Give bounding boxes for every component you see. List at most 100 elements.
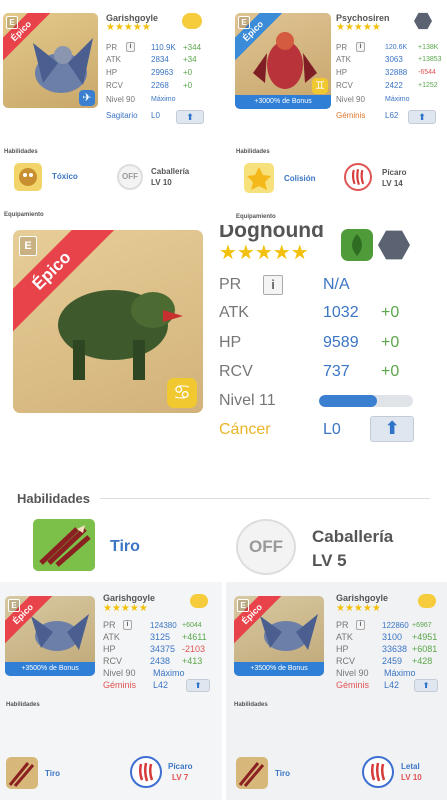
info-button[interactable]: i — [263, 275, 283, 295]
upgrade-arrow-button[interactable]: ⬆ — [176, 110, 204, 124]
rcv-value: 2422 — [385, 81, 403, 90]
slot-level: L62 — [385, 111, 399, 120]
zodiac-sign: Géminis — [336, 680, 370, 690]
monster-name: Garishgoyle — [103, 593, 156, 603]
star-rating: ★★★★★ — [219, 242, 309, 264]
pr-delta: +6044 — [182, 621, 202, 629]
atk-delta: +13853 — [418, 56, 442, 63]
zodiac-sign: Géminis — [336, 111, 366, 120]
pr-value: N/A — [323, 276, 350, 293]
collision-ability-icon[interactable] — [244, 163, 274, 193]
ability-2-level: LV 5 — [312, 551, 347, 570]
upgrade-arrow-button[interactable]: ⬆ — [408, 110, 436, 124]
hp-row: HP 29963 +0 — [106, 68, 192, 77]
atk-row: ATK 3125 +4611 — [103, 632, 207, 642]
atk-value: 3100 — [382, 632, 403, 642]
rcv-row: RCV 2422 +1252 — [336, 81, 438, 90]
pr-row: PR i 120.6K +138K — [336, 42, 438, 52]
shot-ability-icon[interactable] — [33, 519, 95, 571]
pr-label: PR — [336, 620, 349, 630]
atk-row: ATK 3063 +13853 — [336, 55, 442, 64]
element-icon-light — [418, 594, 436, 608]
atk-label: ATK — [219, 304, 249, 321]
rcv-row: RCV 2268 +0 — [106, 81, 192, 90]
upgrade-arrow-button[interactable]: ⬆ — [186, 679, 210, 692]
ability-2-name: Pícaro — [382, 168, 407, 177]
monster-card-psychosiren: Épico E +3000% de Bonus ♊ Psychosiren ★★… — [226, 0, 447, 225]
monster-portrait[interactable]: Épico E ♋ — [13, 230, 203, 413]
lethal-claw-icon[interactable] — [362, 756, 394, 788]
abilities-title: Habilidades — [6, 702, 40, 708]
info-button[interactable]: i — [126, 42, 135, 52]
slot-level: L0 — [323, 421, 341, 438]
hp-row: HP 32888 -6544 — [336, 68, 436, 77]
atk-label: ATK — [103, 632, 120, 642]
abilities-title: Habilidades — [234, 702, 268, 708]
pr-row: PR i 122860 +6967 — [336, 620, 432, 630]
zodiac-sign: Cáncer — [219, 421, 271, 438]
rcv-row: RCV 737 +0 — [219, 363, 399, 381]
hp-label: HP — [336, 68, 348, 77]
shot-ability-icon[interactable] — [6, 757, 38, 789]
equipment-title: Equipamiento — [4, 212, 44, 218]
sagittarius-icon: ✈ — [79, 90, 95, 106]
abilities-title: Habilidades — [236, 149, 270, 155]
bonus-banner: +3000% de Bonus — [235, 95, 331, 109]
equipment-badge: E — [19, 236, 37, 256]
rcv-value: 2438 — [150, 656, 171, 666]
hp-value: 33638 — [382, 644, 408, 654]
section-divider — [100, 498, 430, 499]
abilities-title: Habilidades — [4, 149, 38, 155]
star-rating: ★★★★★ — [336, 22, 381, 33]
monster-card-doghound: Épico E ♋ Doghound ★★★★★ PR i N/A ATK 10… — [0, 225, 447, 580]
hp-row: HP 9589 +0 — [219, 334, 399, 352]
slot-level: L0 — [151, 111, 160, 120]
ability-1-name: Tiro — [110, 538, 140, 555]
level-state: Máximo — [151, 96, 176, 103]
shot-ability-icon[interactable] — [236, 757, 268, 789]
rcv-row: RCV 2459 +428 — [336, 656, 432, 666]
hp-label: HP — [336, 644, 349, 654]
atk-value: 1032 — [323, 304, 359, 321]
cancer-icon: ♋ — [167, 378, 197, 408]
hp-row: HP 33638 +6081 — [336, 644, 437, 654]
equipment-badge: E — [238, 16, 250, 29]
atk-label: ATK — [336, 632, 353, 642]
info-button[interactable]: i — [356, 620, 365, 630]
info-button[interactable]: i — [356, 42, 365, 52]
rogue-claw-icon[interactable] — [130, 756, 162, 788]
rcv-label: RCV — [103, 656, 123, 666]
element-icon-dark — [378, 230, 410, 260]
zodiac-sign: Géminis — [103, 680, 137, 690]
atk-value: 2834 — [151, 55, 169, 64]
pr-value: 120.6K — [385, 43, 408, 51]
rogue-claw-icon[interactable] — [344, 163, 372, 191]
atk-delta: +34 — [183, 55, 197, 64]
hp-delta: -6544 — [418, 69, 436, 76]
rcv-label: RCV — [336, 81, 353, 90]
atk-row: ATK 2834 +34 — [106, 55, 197, 64]
atk-label: ATK — [106, 55, 121, 64]
monster-portrait[interactable]: Épico E +3500% de Bonus — [5, 596, 95, 676]
element-icon-light — [190, 594, 208, 608]
ability-2-name: Caballería — [151, 167, 190, 176]
upgrade-arrow-button[interactable]: ⬆ — [414, 679, 438, 692]
hp-value: 32888 — [385, 68, 408, 77]
ability-2-name: Letal — [401, 762, 420, 771]
monster-portrait[interactable]: Épico E +3500% de Bonus — [234, 596, 324, 676]
off-indicator: OFF — [236, 519, 296, 575]
pr-value: 122860 — [382, 620, 409, 630]
info-button[interactable]: i — [123, 620, 132, 630]
upgrade-arrow-button[interactable]: ⬆ — [370, 416, 414, 442]
hp-label: HP — [219, 334, 242, 351]
pr-value: 110.9K — [151, 42, 176, 52]
pr-delta: +344 — [183, 42, 202, 52]
rcv-value: 2459 — [382, 656, 403, 666]
hp-delta: -2103 — [182, 644, 206, 654]
level-state: Máximo — [385, 96, 410, 103]
toxic-ability-icon[interactable] — [14, 163, 42, 191]
slot-level: L42 — [384, 680, 400, 690]
monster-portrait[interactable]: Épico E ✈ — [3, 13, 98, 108]
rcv-delta: +0 — [381, 363, 400, 380]
monster-portrait[interactable]: Épico E +3000% de Bonus ♊ — [235, 13, 331, 109]
